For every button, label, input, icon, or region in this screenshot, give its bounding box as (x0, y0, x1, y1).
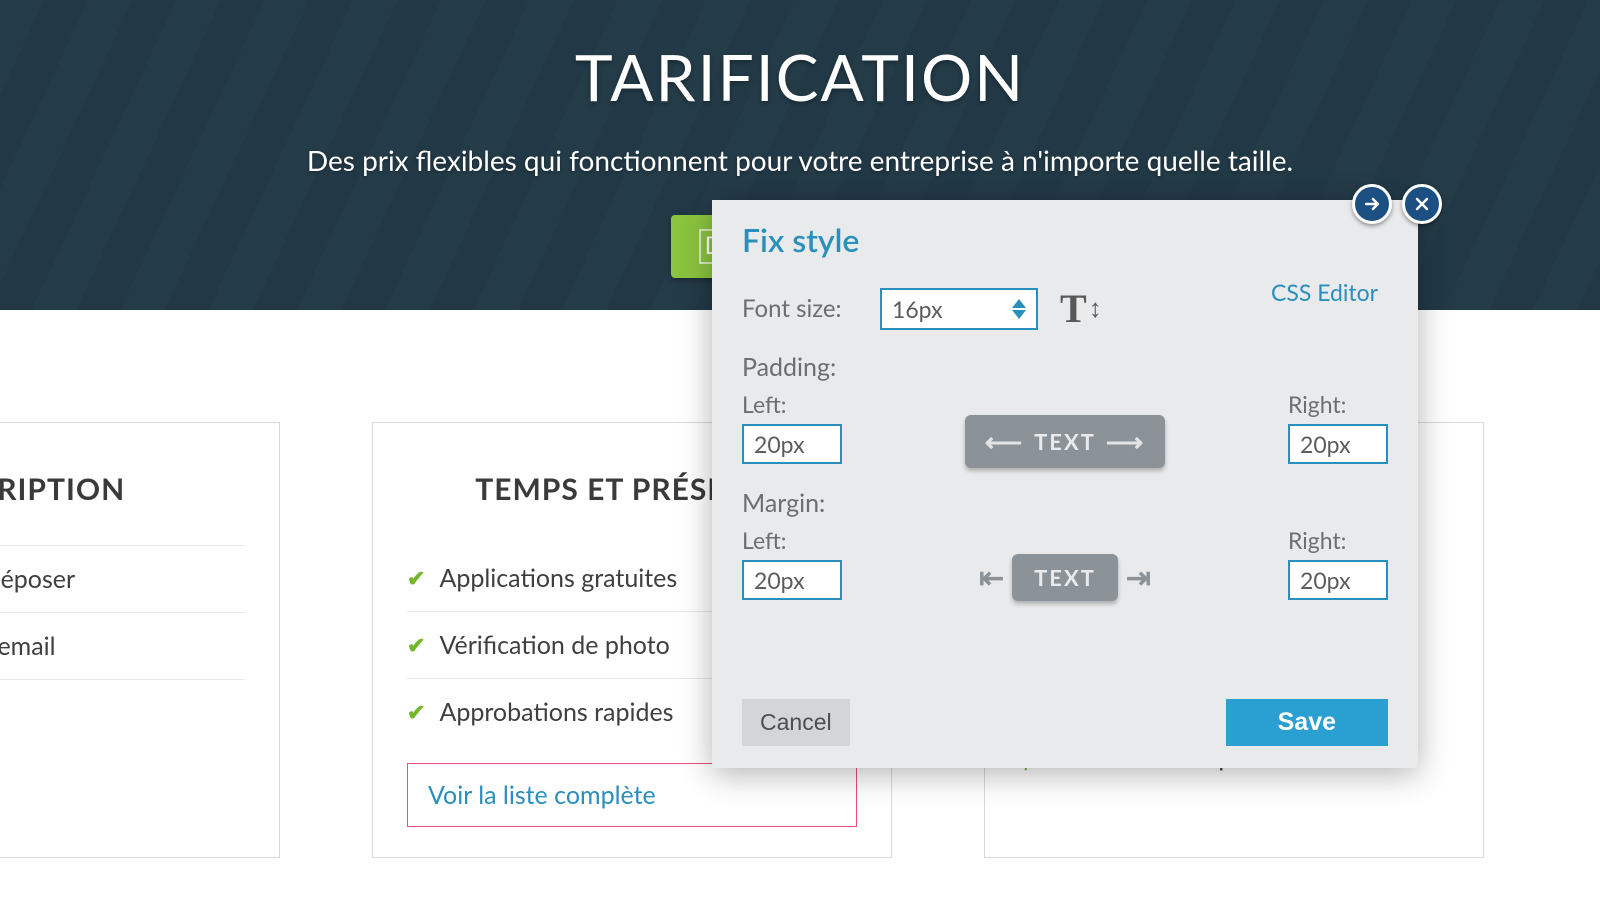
padding-right-input[interactable] (1288, 424, 1388, 464)
feature-text: Approbations rapides (439, 697, 673, 727)
page-title: TARIFICATION (0, 0, 1600, 115)
padding-left-label: Left: (742, 390, 842, 418)
list-item: ✔ rface glisser-déposer (0, 545, 245, 613)
check-icon: ✔ (407, 631, 425, 659)
dialog-title: Fix style (742, 220, 1388, 259)
card-title: NSCRIPTION (0, 471, 245, 507)
arrow-bar-left-icon: ⇤ (971, 559, 1012, 596)
fix-style-dialog: Fix style CSS Editor Font size: T↕ Paddi… (712, 200, 1418, 768)
list-item: ✔ ier par SMS / email (0, 613, 245, 680)
spinner-up-icon[interactable] (1012, 299, 1026, 308)
margin-right-input[interactable] (1288, 560, 1388, 600)
card-inscription: NSCRIPTION ✔ rface glisser-déposer ✔ ier… (0, 422, 280, 858)
arrow-right-icon (1362, 194, 1382, 214)
check-icon: ✔ (407, 564, 425, 592)
padding-diagram: ⟵ TEXT ⟶ (842, 418, 1288, 464)
spinner-down-icon[interactable] (1012, 310, 1026, 319)
page-subtitle: Des prix flexibles qui fonctionnent pour… (0, 143, 1600, 177)
css-editor-link[interactable]: CSS Editor (1271, 278, 1378, 306)
full-list-box: Voir la liste complète (407, 763, 857, 827)
text-height-icon: T↕ (1060, 285, 1102, 332)
padding-label: Padding: (742, 352, 1388, 382)
arrow-left-icon: ⟵ (975, 425, 1034, 458)
margin-section: Margin: Left: ⇤ TEXT ⇥ Right: (742, 488, 1388, 600)
diagram-text: TEXT (1034, 564, 1096, 591)
arrow-right-icon: ⟶ (1096, 425, 1155, 458)
padding-right-label: Right: (1288, 390, 1388, 418)
check-icon: ✔ (407, 698, 425, 726)
dialog-controls (1352, 184, 1442, 224)
arrow-bar-right-icon: ⇥ (1118, 559, 1159, 596)
feature-text: rface glisser-déposer (0, 564, 75, 594)
next-button[interactable] (1352, 184, 1392, 224)
save-button[interactable]: Save (1226, 699, 1388, 746)
padding-left-input[interactable] (742, 424, 842, 464)
feature-text: ier par SMS / email (0, 631, 56, 661)
full-list-link[interactable]: Voir la liste complète (428, 780, 656, 810)
margin-left-label: Left: (742, 526, 842, 554)
margin-right-label: Right: (1288, 526, 1388, 554)
margin-diagram: ⇤ TEXT ⇥ (842, 554, 1288, 600)
margin-label: Margin: (742, 488, 1388, 518)
padding-section: Padding: Left: ⟵ TEXT ⟶ Right: (742, 352, 1388, 464)
feature-text: Applications gratuites (439, 563, 677, 593)
close-icon (1412, 194, 1432, 214)
font-size-spinner[interactable] (1012, 288, 1034, 330)
margin-left-input[interactable] (742, 560, 842, 600)
font-size-label: Font size: (742, 294, 858, 323)
cancel-button[interactable]: Cancel (742, 699, 850, 746)
list-item: ✔ èles faciles (0, 680, 245, 746)
feature-text: Vérification de photo (439, 630, 669, 660)
close-button[interactable] (1402, 184, 1442, 224)
dialog-button-row: Cancel Save (742, 699, 1388, 746)
diagram-text: TEXT (1034, 428, 1096, 455)
